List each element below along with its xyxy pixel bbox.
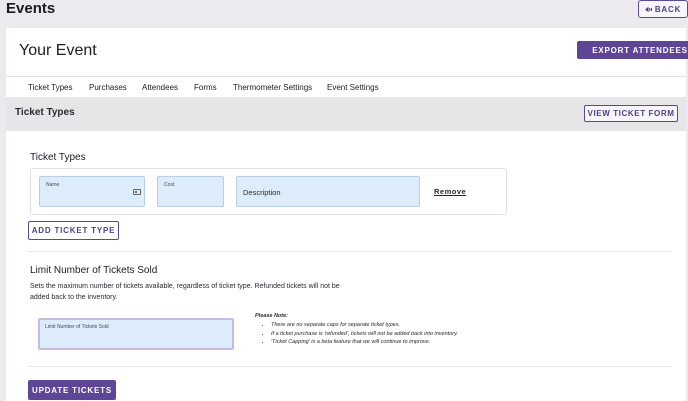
name-field-label: Name [46,182,60,188]
tab-ticket-types[interactable]: Ticket Types [28,83,72,92]
tab-attendees[interactable]: Attendees [142,83,178,92]
note-list: There are no separate caps for separate … [255,321,515,347]
note-item: 'Ticket Capping' is a beta feature that … [271,338,515,347]
event-card: Your Event EXPORT ATTENDEES Ticket Types… [6,28,688,401]
note-title: Please Note: [255,313,289,319]
export-attendees-button[interactable]: EXPORT ATTENDEES [577,41,688,59]
description-placeholder: Description [243,188,281,197]
limit-heading: Limit Number of Tickets Sold [30,265,158,276]
please-note: Please Note: There are no separate caps … [255,313,515,347]
ticket-type-row: Name Cost Description Remove [30,168,507,215]
limit-description: Sets the maximum number of tickets avail… [30,283,340,301]
tab-forms[interactable]: Forms [194,83,217,92]
view-ticket-form-button[interactable]: VIEW TICKET FORM [584,105,678,122]
tab-purchases[interactable]: Purchases [89,83,127,92]
limit-tickets-field[interactable]: Limit Number of Tickets Sold [38,318,234,350]
page-title: Events [6,0,56,17]
add-ticket-type-button[interactable]: ADD TICKET TYPE [28,221,119,240]
contact-card-icon [133,189,141,195]
event-title: Your Event [19,42,97,59]
limit-field-label: Limit Number of Tickets Sold [45,324,109,330]
back-icon [644,6,652,12]
tab-thermometer-settings[interactable]: Thermometer Settings [233,83,312,92]
section-header: Ticket Types VIEW TICKET FORM [6,97,686,131]
divider [28,251,672,252]
divider [28,366,672,367]
description-field[interactable]: Description [236,176,420,207]
remove-link[interactable]: Remove [434,187,466,196]
back-button[interactable]: BACK [638,0,688,18]
tab-event-settings[interactable]: Event Settings [327,83,379,92]
section-title: Ticket Types [15,107,75,118]
note-item: There are no separate caps for separate … [271,321,515,330]
name-field[interactable]: Name [39,176,145,207]
cost-field-label: Cost [164,182,175,188]
cost-field[interactable]: Cost [157,176,224,207]
update-tickets-button[interactable]: UPDATE TICKETS [28,380,116,400]
ticket-types-heading: Ticket Types [30,152,86,163]
note-item: If a ticket purchase is 'refunded', tick… [271,330,515,339]
back-button-label: BACK [654,4,682,14]
event-tabs: Ticket Types Purchases Attendees Forms T… [6,76,686,97]
